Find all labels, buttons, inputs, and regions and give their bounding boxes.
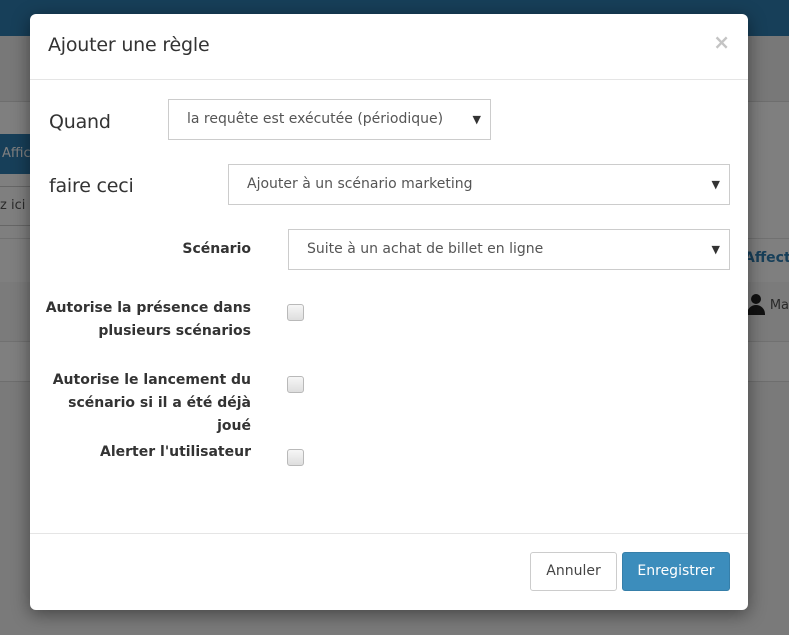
allow-replay-label-line1: Autorise le lancement du xyxy=(52,372,251,388)
allow-replay-checkbox[interactable] xyxy=(287,376,304,393)
when-select[interactable]: la requête est exécutée (périodique) ▼ xyxy=(168,99,491,140)
allow-replay-label-line2: scénario si il a été déjà joué xyxy=(68,395,251,434)
when-select-value: la requête est exécutée (périodique) xyxy=(187,111,444,127)
close-icon[interactable]: × xyxy=(713,32,730,52)
allow-multiple-scenarios-label: Autorise la présence dans plusieurs scén… xyxy=(41,297,251,343)
alert-user-label: Alerter l'utilisateur xyxy=(41,441,251,464)
chevron-down-icon: ▼ xyxy=(472,113,481,126)
allow-multiple-scenarios-checkbox[interactable] xyxy=(287,304,304,321)
alert-user-checkbox[interactable] xyxy=(287,449,304,466)
do-label: faire ceci xyxy=(49,175,134,197)
chevron-down-icon: ▼ xyxy=(711,178,720,191)
scenario-label: Scénario xyxy=(182,241,251,257)
alert-user-label-line1: Alerter l'utilisateur xyxy=(100,444,251,460)
allow-multiple-scenarios-label-line1: Autorise la présence dans xyxy=(45,300,251,316)
allow-replay-label: Autorise le lancement du scénario si il … xyxy=(30,369,251,438)
add-rule-dialog: Ajouter une règle × Quand la requête est… xyxy=(30,14,748,610)
action-select-value: Ajouter à un scénario marketing xyxy=(247,176,473,192)
cancel-button[interactable]: Annuler xyxy=(530,552,617,591)
chevron-down-icon: ▼ xyxy=(711,243,720,256)
when-label: Quand xyxy=(49,111,111,133)
allow-multiple-scenarios-label-line2: plusieurs scénarios xyxy=(98,323,251,339)
dialog-header: Ajouter une règle × xyxy=(30,14,748,80)
scenario-select-value: Suite à un achat de billet en ligne xyxy=(307,241,544,257)
scenario-select[interactable]: Suite à un achat de billet en ligne ▼ xyxy=(288,229,730,270)
dialog-footer: Annuler Enregistrer xyxy=(30,533,748,610)
save-button[interactable]: Enregistrer xyxy=(622,552,730,591)
dialog-title: Ajouter une règle xyxy=(48,34,210,56)
action-select[interactable]: Ajouter à un scénario marketing ▼ xyxy=(228,164,730,205)
